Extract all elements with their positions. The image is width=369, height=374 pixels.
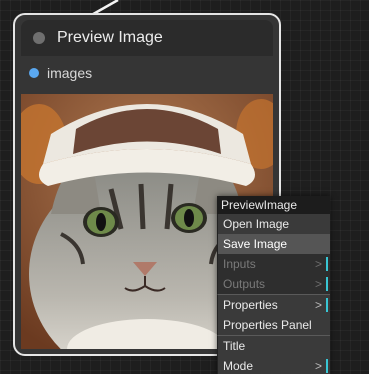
menu-item-properties[interactable]: Properties > (217, 294, 330, 315)
menu-item-inputs[interactable]: Inputs > (217, 254, 330, 274)
graph-canvas[interactable]: Preview Image images PreviewImage Open I… (0, 0, 369, 374)
input-connector-icon[interactable] (29, 68, 39, 78)
menu-item-label: Outputs (223, 277, 266, 291)
menu-item-label: Properties Panel (223, 318, 312, 332)
menu-item-label: Inputs (223, 257, 256, 271)
context-menu[interactable]: PreviewImage Open Image Save Image Input… (217, 196, 330, 374)
node-title-bar[interactable]: Preview Image (21, 20, 273, 56)
input-slot-label: images (47, 65, 93, 81)
menu-item-mode[interactable]: Mode > (217, 356, 330, 374)
menu-item-outputs[interactable]: Outputs > (217, 274, 330, 294)
submenu-arrow-icon: > (314, 359, 322, 373)
menu-item-properties-panel[interactable]: Properties Panel (217, 315, 330, 335)
menu-item-title[interactable]: Title (217, 335, 330, 356)
menu-item-label: Save Image (223, 237, 288, 251)
menu-item-label: Open Image (223, 217, 290, 231)
accent-bar (326, 277, 328, 291)
menu-item-label: Title (223, 339, 246, 353)
menu-item-save-image[interactable]: Save Image (217, 234, 330, 254)
submenu-arrow-icon: > (314, 298, 322, 312)
collapse-dot-icon[interactable] (33, 32, 45, 44)
submenu-arrow-icon: > (314, 277, 322, 291)
accent-bar (326, 359, 328, 373)
context-menu-title: PreviewImage (217, 196, 330, 214)
menu-item-label: Mode (223, 359, 254, 373)
accent-bar (326, 257, 328, 271)
menu-item-open-image[interactable]: Open Image (217, 214, 330, 234)
node-title: Preview Image (57, 29, 163, 46)
submenu-arrow-icon: > (314, 257, 322, 271)
menu-item-label: Properties (223, 298, 278, 312)
accent-bar (326, 298, 328, 312)
input-slot-images[interactable]: images (21, 62, 273, 84)
